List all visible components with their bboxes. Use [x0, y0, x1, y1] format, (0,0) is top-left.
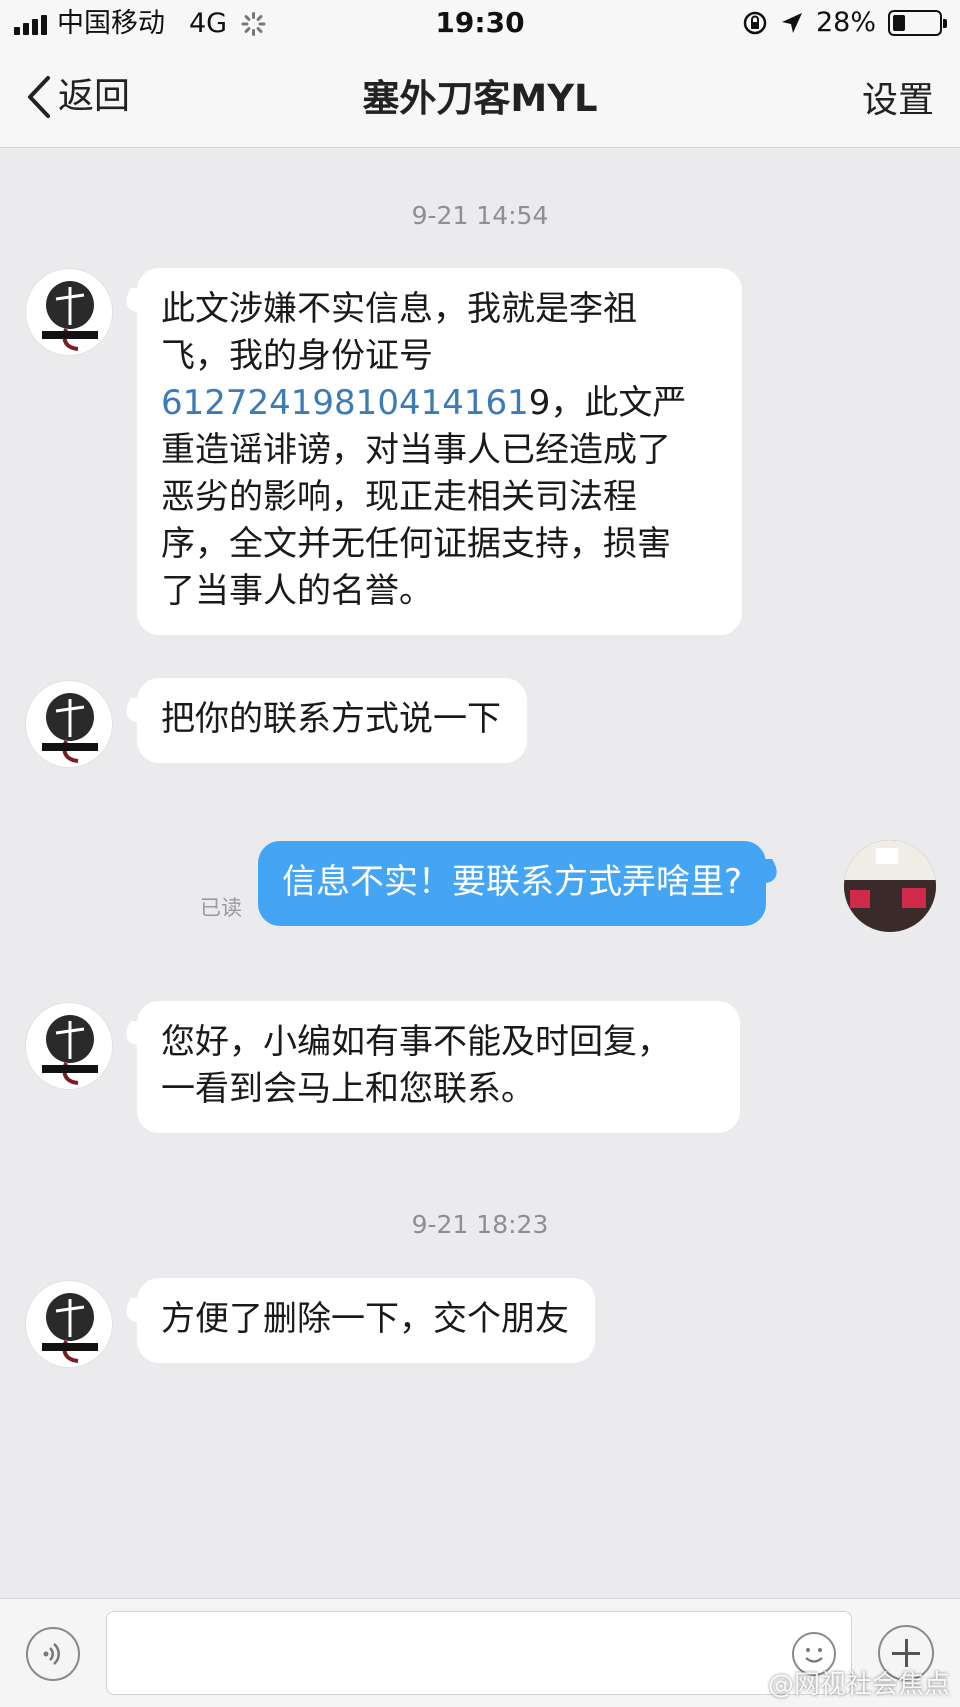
battery-fill: [893, 15, 905, 31]
location-arrow-icon: [781, 13, 802, 33]
self-avatar-icon: [844, 840, 936, 932]
voice-button[interactable]: [26, 1627, 80, 1681]
message-bubble[interactable]: 把你的联系方式说一下: [137, 678, 527, 763]
nav-bar: 返回 塞外刀客MYL 设置: [0, 48, 960, 148]
battery-percent: 28%: [815, 7, 876, 38]
message-bubble[interactable]: 方便了删除一下，交个朋友: [137, 1278, 595, 1363]
message-line: 恶劣的影响，现正走相关司法程: [161, 477, 637, 517]
message-line: 序，全文并无任何证据支持，损害: [161, 524, 671, 564]
read-receipt: 已读: [200, 896, 242, 920]
contact-avatar-icon: [42, 693, 98, 763]
timestamp: 9-21 14:54: [411, 201, 549, 230]
message-bubble-self[interactable]: 信息不实！要联系方式弄啥里?: [258, 841, 767, 926]
avatar[interactable]: [25, 1280, 113, 1368]
message-line: 您好，小编如有事不能及时回复，: [161, 1022, 671, 1062]
timestamp: 9-21 18:23: [411, 1210, 549, 1239]
message-bubble[interactable]: 您好，小编如有事不能及时回复， 一看到会马上和您联系。: [137, 1001, 740, 1133]
avatar[interactable]: [25, 1002, 113, 1090]
contact-avatar-icon: [42, 1015, 98, 1085]
message-text: 方便了删除一下，交个朋友: [161, 1299, 569, 1339]
input-bar: @网视社会焦点: [0, 1598, 960, 1707]
message-line: 重造谣诽谤，对当事人已经造成了: [161, 430, 671, 470]
message-line: 了当事人的名誉。: [161, 571, 433, 611]
battery-icon: [888, 10, 947, 36]
id-number-link[interactable]: 61272419810414161: [161, 383, 529, 423]
message-bubble[interactable]: 此文涉嫌不实信息，我就是李祖 飞，我的身份证号 6127241981041416…: [137, 268, 742, 635]
avatar[interactable]: [25, 268, 113, 356]
watermark: @网视社会焦点: [732, 1664, 950, 1701]
message-line: 一看到会马上和您联系。: [161, 1069, 535, 1109]
message-text: 9，此文严: [528, 383, 687, 423]
settings-button[interactable]: 设置: [862, 78, 934, 124]
message-line: 612724198104141619，此文严: [161, 380, 716, 427]
contact-avatar-icon: [42, 281, 98, 351]
contact-avatar-icon: [42, 1293, 98, 1363]
page-title: 塞外刀客MYL: [362, 77, 598, 120]
rotation-lock-icon: [743, 11, 767, 35]
message-text: 把你的联系方式说一下: [161, 699, 501, 739]
weibo-icon: [732, 1672, 760, 1694]
status-right: 28%: [742, 7, 947, 39]
avatar[interactable]: [25, 680, 113, 768]
voice-icon: [43, 1643, 60, 1665]
status-bar: 中国移动 4G 19:30 28%: [0, 0, 960, 48]
self-avatar[interactable]: [844, 840, 936, 932]
watermark-text: @网视社会焦点: [767, 1670, 950, 1700]
message-line: 飞，我的身份证号: [161, 336, 433, 376]
message-line: 此文涉嫌不实信息，我就是李祖: [161, 289, 637, 329]
message-text: 信息不实！要联系方式弄啥里?: [282, 862, 743, 902]
